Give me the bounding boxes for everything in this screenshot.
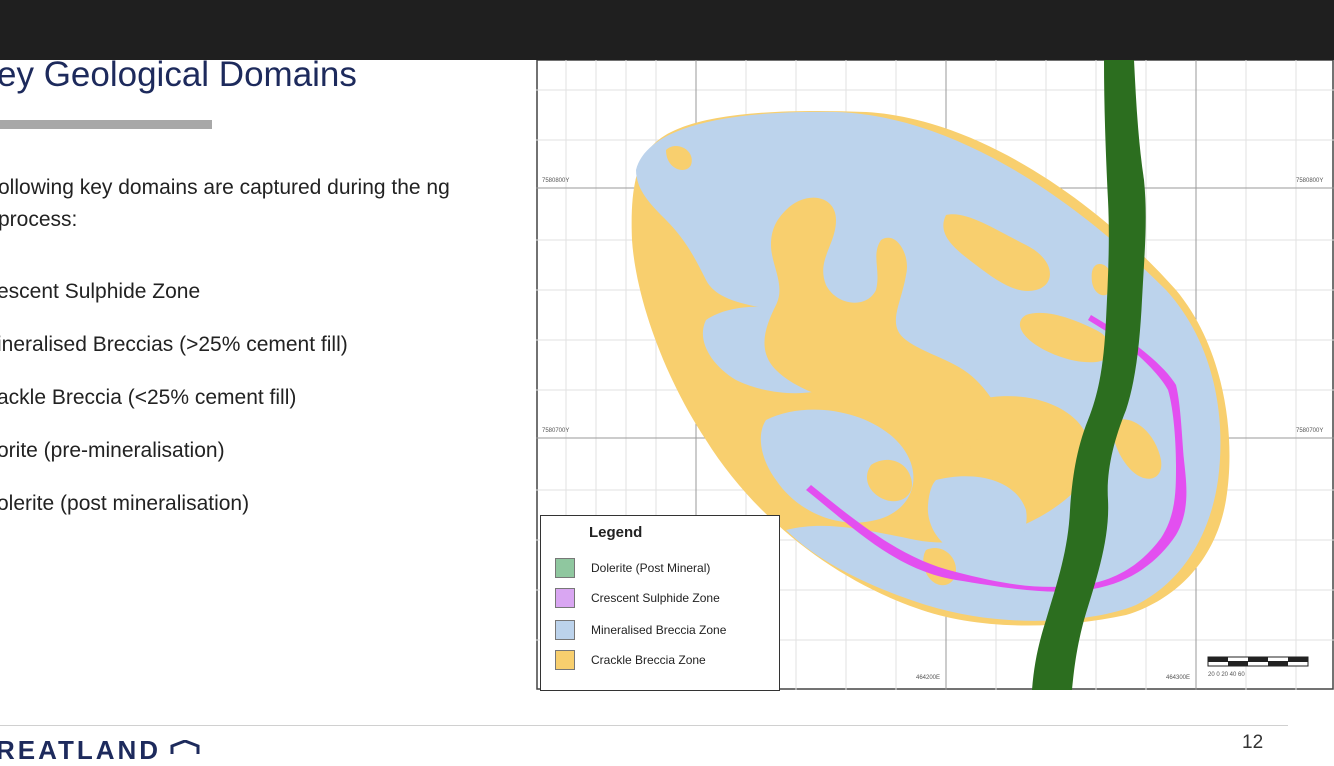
legend-label-crackle: Crackle Breccia Zone [591,653,706,667]
scale-bar [1207,656,1309,667]
grid-label-east-2: 464300E [1166,675,1191,681]
grid-label-east-1: 464200E [916,675,941,681]
map-legend: Legend Dolerite (Post Mineral) Crescent … [540,515,780,691]
legend-swatch-breccia [555,620,575,640]
title-underline [0,120,212,129]
company-logo-text: REATLAND [0,735,162,765]
company-logo-icon [170,740,200,754]
domain-item-dolerite: olerite (post mineralisation) [0,492,250,515]
scale-bar-label: 20 0 20 40 60 [1208,672,1245,678]
legend-title: Legend [589,524,643,541]
legend-label-dolerite: Dolerite (Post Mineral) [591,561,711,575]
page-number: 12 [1242,732,1264,753]
legend-swatch-crescent [555,588,575,608]
domain-list: escent Sulphide Zone ineralised Breccias… [0,278,348,543]
top-bar [0,0,1334,60]
grid-label-north-2-right: 7580700Y [1296,428,1324,434]
slide-title: ey Geological Domains [0,55,357,94]
legend-label-breccia: Mineralised Breccia Zone [591,623,727,637]
legend-swatch-crackle [555,650,575,670]
domain-item-crescent: escent Sulphide Zone [0,280,201,303]
legend-label-crescent: Crescent Sulphide Zone [591,591,720,605]
domain-item-crackle-breccia: ackle Breccia (<25% cement fill) [0,386,297,409]
domain-item-mineralised-breccias: ineralised Breccias (>25% cement fill) [0,333,348,356]
legend-swatch-dolerite [555,558,575,578]
intro-text: ollowing key domains are captured during… [0,176,450,231]
grid-label-north-2-left: 7580700Y [542,428,570,434]
grid-label-north-1-left: 7580800Y [542,178,570,184]
grid-label-north-1-right: 7580800Y [1296,178,1324,184]
footer-divider [0,725,1288,726]
domain-item-diorite: orite (pre-mineralisation) [0,439,225,462]
